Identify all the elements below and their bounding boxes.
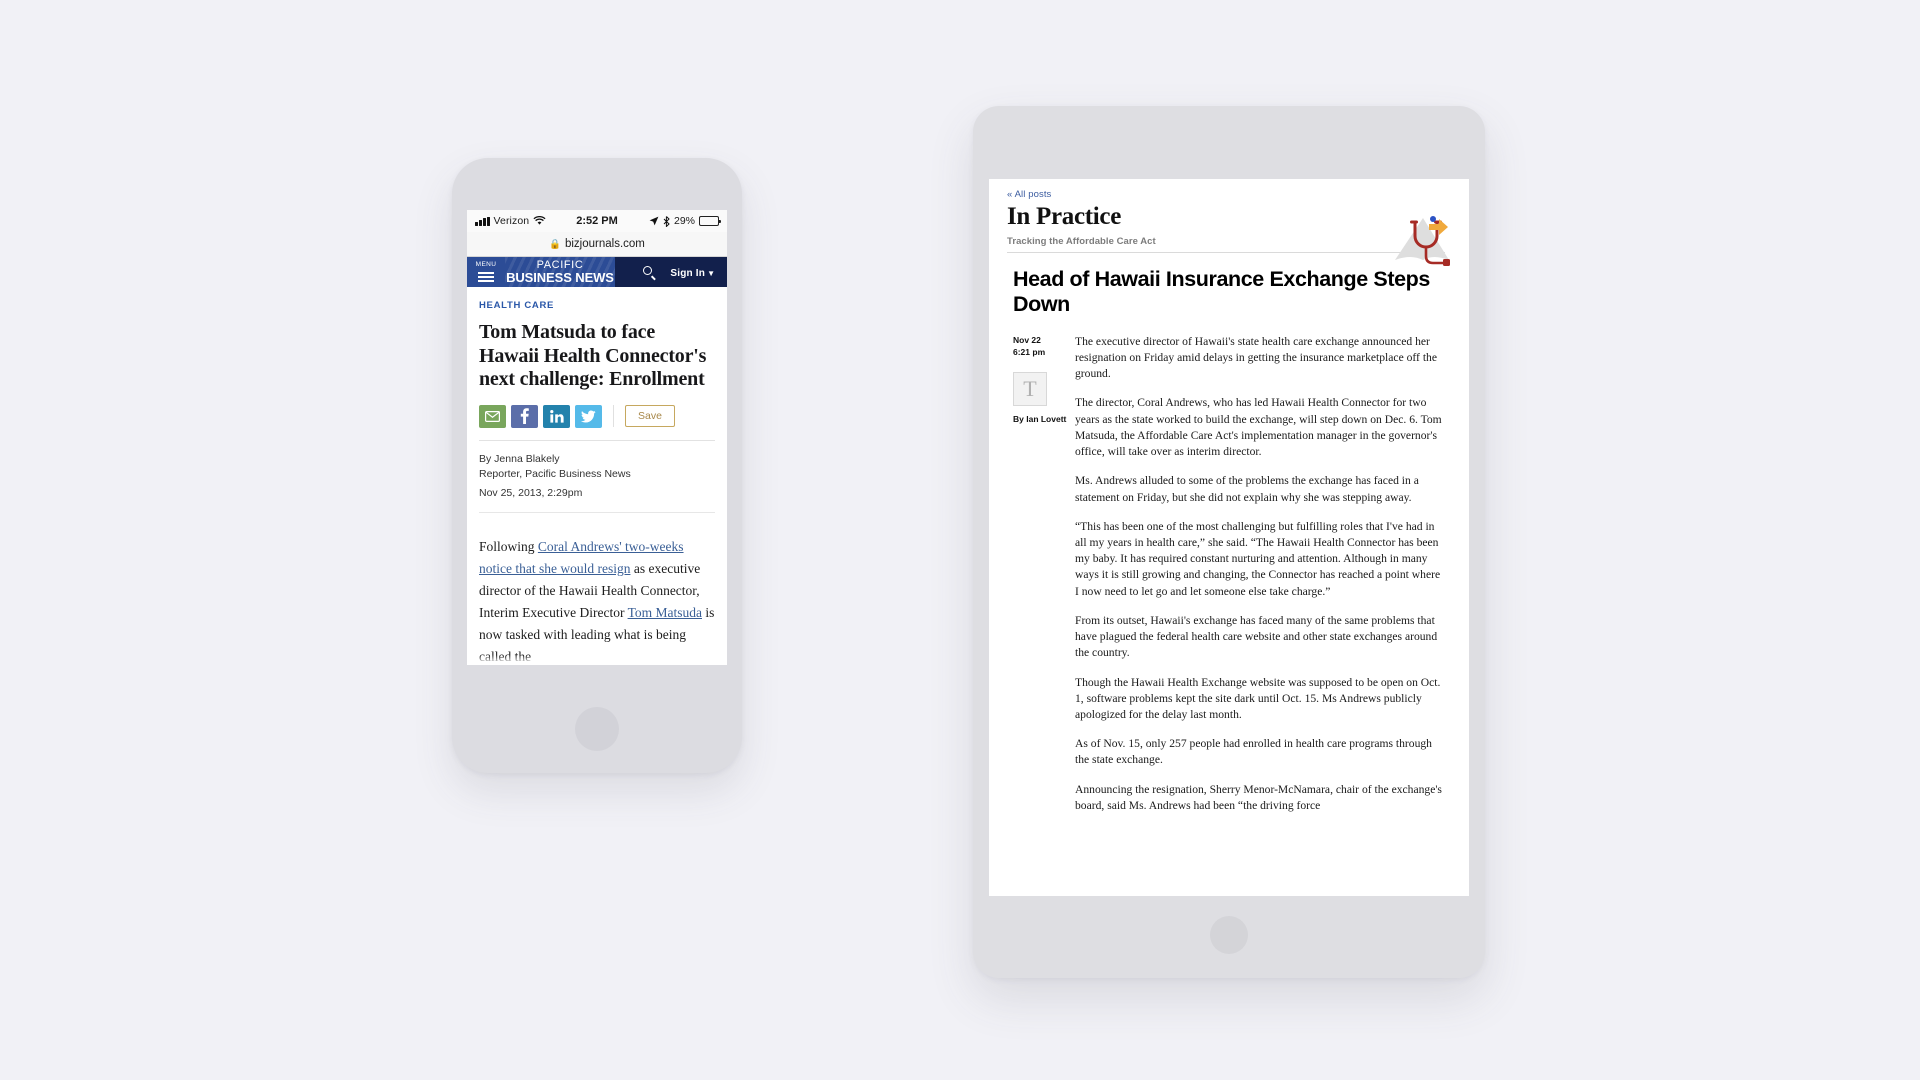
twitter-share-button[interactable] [575,404,602,428]
page-title: Tom Matsuda to face Hawaii Health Connec… [479,321,707,391]
article-body: Following Coral Andrews' two-weeks notic… [479,526,715,665]
signal-bars-icon [475,216,490,226]
blog-title: In Practice [1007,203,1122,230]
save-button[interactable]: Save [625,405,675,428]
lock-icon: 🔒 [549,238,561,250]
tablet-screen: « All posts In Practice Tracking the Aff… [989,179,1469,896]
status-right-group: 29% [649,215,721,227]
linkedin-share-button[interactable] [543,404,570,428]
bluetooth-icon [663,215,670,227]
linkedin-icon [549,409,564,423]
hamburger-icon [478,270,494,283]
location-arrow-icon [649,216,659,226]
byline: By Jenna Blakely Reporter, Pacific Busin… [479,441,715,501]
status-time: 2:52 PM [576,215,618,227]
share-toolbar: Save [479,404,715,441]
pbn-logo-line2: BUSINESS NEWS [506,269,614,285]
article-meta: Nov 22 6:21 pm T By Ian Lovett [1007,334,1071,827]
toolbar-divider [613,405,614,428]
blog-tagline: Tracking the Affordable Care Act [1007,236,1156,248]
author-title: Reporter, Pacific Business News [479,467,631,480]
chevron-down-icon: ▼ [707,269,715,278]
article-kicker[interactable]: HEALTH CARE [479,287,715,311]
tablet-device: « All posts In Practice Tracking the Aff… [973,106,1485,978]
menu-label: MENU [475,260,497,268]
pbn-navigation-bar: MENU PACIFIC BUSINESS NEWS Sign In ▼ [467,257,727,287]
paragraph: Though the Hawaii Health Exchange websit… [1075,675,1441,721]
browser-url-bar[interactable]: 🔒 bizjournals.com [467,232,727,257]
wifi-icon [533,216,546,225]
ios-status-bar: Verizon 2:52 PM 29% [467,210,727,232]
facebook-icon [520,408,529,425]
status-left-group: Verizon [475,215,546,227]
blog-masthead: In Practice Tracking the Affordable Care… [1007,203,1450,266]
nyt-t-logo-icon: T [1013,372,1047,407]
paragraph: From its outset, Hawaii's exchange has f… [1075,613,1438,660]
pbn-logo[interactable]: PACIFIC BUSINESS NEWS [505,257,615,287]
battery-icon [699,216,721,226]
carrier-label: Verizon [493,215,530,227]
author-name: By Jenna Blakely [479,452,560,465]
article-headline: Head of Hawaii Insurance Exchange Steps … [1013,267,1430,316]
paragraph: The executive director of Hawaii's state… [1075,334,1437,381]
tablet-home-button[interactable] [1210,916,1248,954]
paragraph: Ms. Andrews alluded to some of the probl… [1075,474,1419,504]
email-share-button[interactable] [479,404,506,428]
battery-percent-label: 29% [673,215,695,227]
signin-label: Sign In [670,268,706,279]
article-body: The executive director of Hawaii's state… [1071,334,1445,827]
paragraph: The director, Coral Andrews, who has led… [1075,396,1442,459]
all-posts-link[interactable]: « All posts [1007,189,1445,200]
article-time: 6:21 pm [1013,347,1046,358]
stethoscope-logo-icon [1395,216,1450,266]
mockup-stage: Verizon 2:52 PM 29% 🔒 bizjournals.com ME… [0,0,1920,1080]
article-author: By Ian Lovett [1013,414,1067,425]
envelope-icon [485,410,500,422]
twitter-icon [581,410,596,423]
menu-button[interactable]: MENU [467,257,505,287]
tom-matsuda-link[interactable]: Tom Matsuda [628,605,702,620]
paragraph: As of Nov. 15, only 257 people had enrol… [1075,737,1432,767]
phone-home-button[interactable] [575,707,619,751]
content-fade [989,886,1469,896]
search-icon[interactable] [643,265,656,279]
pbn-article: HEALTH CARE Tom Matsuda to face Hawaii H… [467,287,727,665]
phone-screen: Verizon 2:52 PM 29% 🔒 bizjournals.com ME… [467,210,727,665]
article-columns: Nov 22 6:21 pm T By Ian Lovett The execu… [1007,334,1445,827]
url-text: bizjournals.com [564,238,645,250]
divider [479,511,715,513]
paragraph: “This has been one of the most challengi… [1075,519,1441,598]
paragraph: Announcing the resignation, Sherry Menor… [1075,782,1442,812]
signin-button[interactable]: Sign In ▼ [670,263,715,281]
phone-device: Verizon 2:52 PM 29% 🔒 bizjournals.com ME… [452,158,742,773]
pbn-nav-actions: Sign In ▼ [615,257,727,287]
article-date: Nov 22 [1013,334,1041,345]
nyt-blog-page: « All posts In Practice Tracking the Aff… [989,179,1469,827]
facebook-share-button[interactable] [511,404,538,428]
publish-date: Nov 25, 2013, 2:29pm [479,486,583,499]
body-prefix: Following [479,539,538,554]
